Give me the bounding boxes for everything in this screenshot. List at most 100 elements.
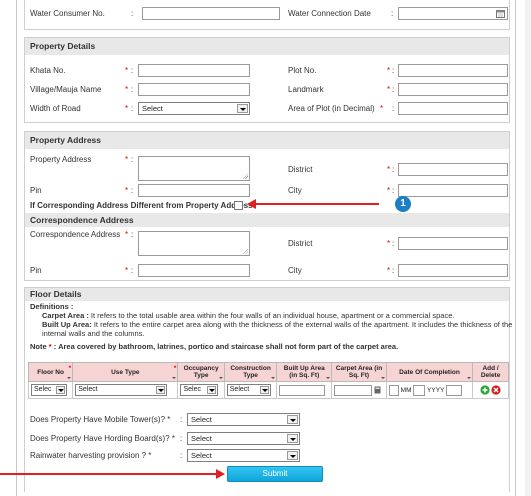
pin-input[interactable]: [138, 184, 250, 197]
corr-pin-input[interactable]: [138, 264, 250, 277]
required-star: *: [125, 104, 129, 113]
use-type-value: Select: [78, 386, 98, 393]
rainwater-value: Select: [191, 451, 212, 460]
sort-icon: [271, 377, 276, 379]
scrollbar[interactable]: [525, 0, 531, 496]
hording-value: Select: [191, 434, 212, 443]
sort-icon: [218, 377, 223, 379]
corr-address-textarea[interactable]: [138, 231, 250, 256]
khata-input[interactable]: [138, 64, 250, 77]
annotation-arrow-line: [255, 203, 379, 205]
floor-no-select[interactable]: Selec: [31, 384, 67, 396]
col-construction: Construction Type: [223, 362, 278, 382]
colon: :: [131, 85, 134, 94]
builtup-input[interactable]: [279, 384, 326, 396]
hording-select[interactable]: Select: [187, 432, 300, 445]
colon: :: [131, 155, 134, 164]
water-section: Water Consumer No. : Water Connection Da…: [24, 0, 510, 30]
calculator-icon[interactable]: [374, 386, 381, 394]
required-star: *: [125, 66, 129, 75]
colon: :: [391, 9, 394, 18]
mobile-tower-label: Does Property Have Mobile Tower(s)? *: [30, 415, 171, 424]
corr-address-checkbox[interactable]: [234, 201, 243, 210]
cell-use-type: Select: [72, 381, 179, 399]
water-connection-date-label: Water Connection Date: [288, 9, 371, 18]
plot-input[interactable]: [398, 64, 508, 77]
note-text: : Area covered by bathroom, latrines, po…: [53, 342, 399, 351]
required-star: *: [173, 365, 177, 372]
district-label: District: [288, 165, 313, 174]
close-circle-icon[interactable]: [491, 385, 502, 395]
colon: :: [131, 230, 134, 239]
month-input[interactable]: [413, 384, 426, 396]
road-width-select[interactable]: Select: [138, 102, 250, 115]
property-address-textarea[interactable]: [138, 156, 250, 181]
chevron-down-icon: [287, 415, 298, 424]
water-consumer-input[interactable]: [142, 7, 280, 20]
mobile-tower-select[interactable]: Select: [187, 413, 300, 426]
plus-circle-icon[interactable]: [480, 385, 490, 395]
col-carpet-label: Carpet Area (in Sq. Ft): [335, 365, 383, 379]
construction-value: Select: [229, 386, 250, 393]
corr-city-input[interactable]: [398, 264, 508, 277]
annotation-arrow-line: [0, 473, 218, 475]
col-occupancy-label: Occupancy Type: [183, 365, 219, 379]
col-floor-no: Floor No *: [27, 362, 74, 382]
required-star: *: [387, 165, 391, 174]
floor-details-title: Floor Details: [25, 288, 509, 301]
rainwater-select[interactable]: Select: [187, 449, 300, 462]
calendar-icon[interactable]: [496, 9, 505, 18]
corr-district-input[interactable]: [398, 237, 508, 250]
use-type-select[interactable]: Select: [75, 384, 168, 396]
required-star: *: [387, 239, 391, 248]
construction-select[interactable]: Select: [226, 384, 271, 396]
property-address-label: Property Address: [30, 155, 92, 164]
table-header-row: Floor No * Use Type * Occupancy Type Const…: [27, 362, 509, 382]
colon: :: [180, 415, 183, 424]
landmark-label: Landmark: [288, 85, 324, 94]
col-carpet: Carpet Area (in Sq. Ft): [331, 362, 387, 382]
colon: :: [392, 104, 395, 113]
chevron-down-icon: [156, 386, 166, 394]
colon: :: [392, 266, 395, 275]
water-connection-date-input[interactable]: [398, 7, 508, 20]
col-use-type-label: Use Type: [111, 368, 140, 376]
water-consumer-label: Water Consumer No.: [30, 9, 105, 18]
khata-label: Khata No.: [30, 66, 66, 75]
required-star: *: [68, 365, 72, 372]
note-prefix: Note: [30, 342, 47, 351]
colon: :: [392, 239, 395, 248]
carpet-input[interactable]: [334, 384, 373, 396]
hording-label: Does Property Have Hording Board(s)? *: [30, 434, 175, 443]
area-input[interactable]: [398, 102, 508, 115]
cell-floor-no: Selec: [27, 381, 74, 399]
village-input[interactable]: [138, 83, 250, 96]
carpet-note: Note * : Area covered by bathroom, latri…: [30, 342, 398, 351]
required-star: *: [125, 155, 129, 164]
required-star: *: [387, 85, 391, 94]
colon: :: [131, 186, 134, 195]
sort-icon: [172, 377, 177, 379]
year-input[interactable]: [446, 384, 463, 396]
colon: :: [180, 451, 183, 460]
cell-occupancy: Selec: [177, 381, 225, 399]
col-builtup-label: Built Up Area (in Sq. Ft): [283, 365, 325, 379]
chevron-down-icon: [207, 386, 217, 394]
required-star: *: [48, 342, 52, 351]
occupancy-select[interactable]: Selec: [180, 384, 219, 396]
city-input[interactable]: [398, 184, 508, 197]
landmark-input[interactable]: [398, 83, 508, 96]
col-add-delete: Add / Delete: [472, 362, 509, 382]
district-input[interactable]: [398, 163, 508, 176]
cell-construction: Select: [223, 381, 278, 399]
rainwater-label: Rainwater harvesting provision ? *: [30, 451, 152, 460]
village-label: Village/Mauja Name: [30, 85, 102, 94]
builtup-definition: Built Up Area: It refers to the entire c…: [42, 320, 512, 329]
corr-address-label: Correspondence Address: [30, 230, 121, 239]
corr-pin-label: Pin: [30, 266, 42, 275]
submit-button[interactable]: Submit: [227, 466, 323, 482]
col-occupancy: Occupancy Type: [177, 362, 225, 382]
occupancy-value: Selec: [183, 386, 201, 393]
required-star: *: [125, 186, 129, 195]
corr-city-label: City: [288, 266, 302, 275]
